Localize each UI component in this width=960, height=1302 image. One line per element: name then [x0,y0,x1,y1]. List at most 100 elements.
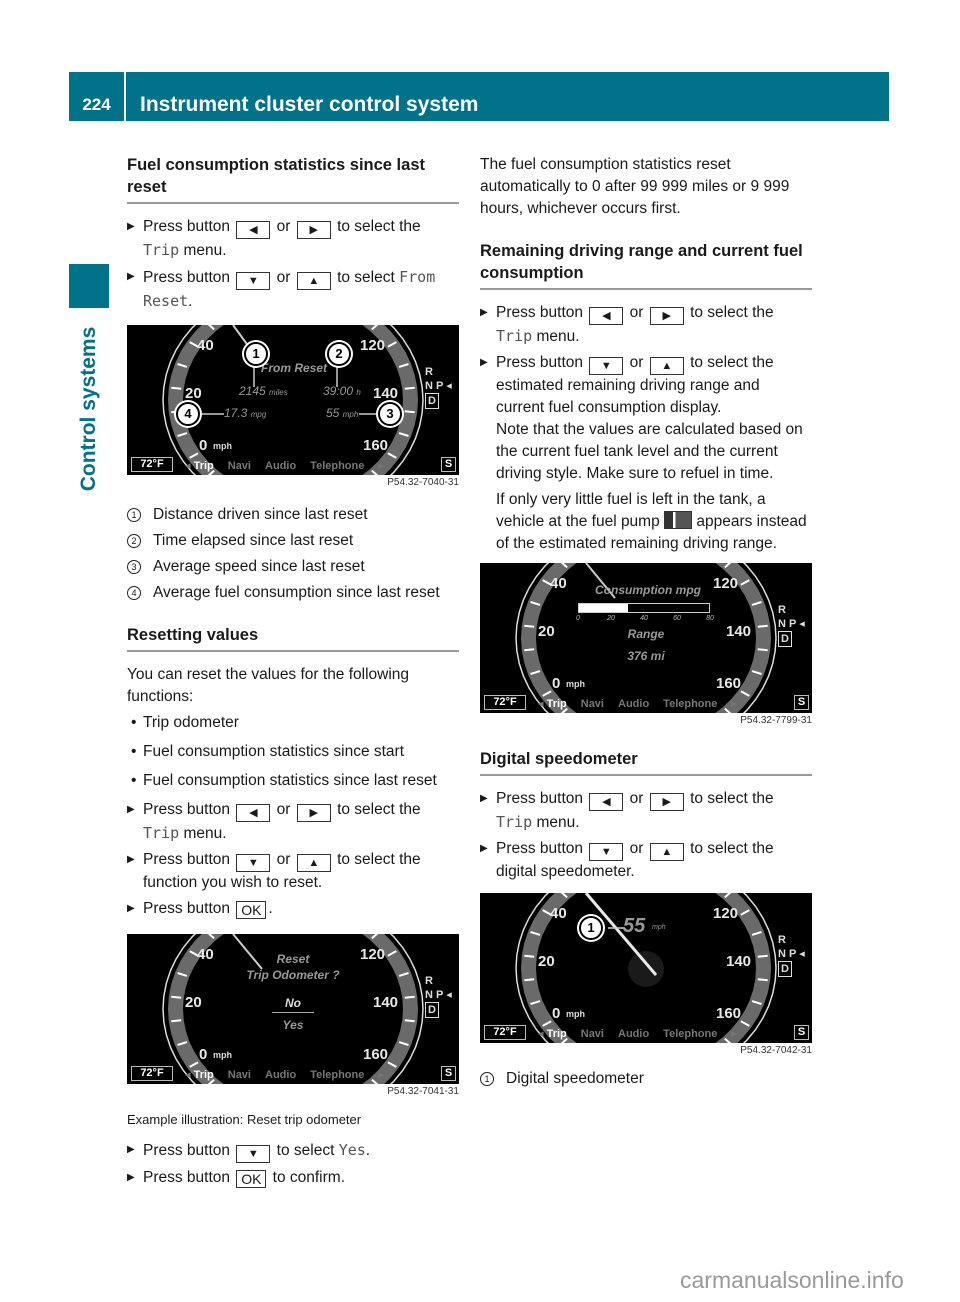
section-heading-range: Remaining driving range and current fuel… [480,240,812,290]
outside-temperature: 72°F [484,695,526,710]
outside-temperature: 72°F [131,1066,173,1081]
scale-tick-label: 80 [706,615,714,622]
tick-label: 20 [538,953,555,970]
range-label: Range [627,627,665,641]
figure-legend: 1 Distance driven since last reset 2 Time … [127,504,459,604]
list-item: Trip odometer [127,712,459,734]
menu-item-trip: Trip [193,460,214,472]
reset-prompt-line1: Reset [276,952,310,966]
figure-legend: 1 Digital speedometer [480,1068,812,1090]
side-tab-marker [69,264,109,308]
cluster-menu-bar: ◂ Trip Navi Audio Telephone ▸ [538,1028,737,1040]
needle [584,893,664,987]
tick-label: 40 [550,905,567,922]
page-title: Instrument cluster control system [140,93,479,116]
instruction-step: Press button ◀ or ▶ to select the Trip m… [480,788,812,834]
auto-reset-text: The fuel consumption statistics reset au… [480,156,790,217]
note-text: Note that the values are calculated base… [496,421,803,482]
right-button-icon: ▶ [649,793,684,811]
option-no: No [285,996,301,1010]
tick-label: 0 [552,675,561,692]
up-button-icon: ▲ [649,357,684,375]
right-button-icon: ▶ [296,221,331,239]
scale-tick-label: 40 [640,615,648,622]
scale-tick-label: 60 [673,615,681,622]
reset-functions-list: Trip odometer Fuel consumption statistic… [127,712,459,792]
consumption-bar [578,603,710,613]
legend-item: 3 Average speed since last reset [127,556,459,578]
s-indicator: S [441,457,456,472]
scale-tick-label: 0 [576,615,580,622]
instruction-step: Press button ▼ or ▲ to select the functi… [127,849,459,894]
intro-text: You can reset the values for the followi… [127,666,410,705]
instruction-step: Press button ▼ or ▲ to select the digita… [480,838,812,883]
cluster-figure-range: 40 20 0 mph 120 140 160 Consumption mpg … [480,563,812,713]
instruction-step: Press button ▼ or ▲ to select the estima… [480,352,812,555]
unit-label: mph [566,679,585,689]
outside-temperature: 72°F [131,457,173,472]
down-button-icon: ▼ [589,843,624,861]
callout-2: 2 [327,342,351,366]
tick-label: 120 [713,575,739,592]
down-button-icon: ▼ [236,272,271,290]
instruction-step: Press button ▼ to select Yes. [127,1139,459,1163]
down-button-icon: ▼ [236,1145,271,1163]
callout-4: 4 [176,402,200,426]
left-button-icon: ◀ [236,221,271,239]
section-heading-resetting: Resetting values [127,624,459,652]
scale-tick-label: 20 [607,615,615,622]
left-button-icon: ◀ [589,793,624,811]
option-yes: Yes [282,1018,304,1032]
left-column: Fuel consumption statistics since last r… [127,154,459,1193]
list-item: Fuel consumption statistics since start [127,741,459,763]
figure-caption: Example illustration: Reset trip odomete… [127,1112,362,1127]
s-indicator: S [441,1066,456,1081]
ok-button-icon: OK [236,901,267,919]
instruction-step: Press button OK. [127,898,459,920]
callout-lines [199,325,379,415]
menu-item-audio: Audio [265,460,297,472]
ok-button-icon: OK [236,1170,267,1188]
figure-code: P54.32-7042-31 [740,1045,812,1056]
down-button-icon: ▼ [589,357,624,375]
legend-item: 1 Distance driven since last reset [127,504,459,526]
gear-indicator: RN P ◂ D [778,604,805,647]
callout-1: 1 [579,916,603,940]
right-button-icon: ▶ [296,804,331,822]
figure-code: P54.32-7041-31 [387,1086,459,1097]
selection-underline [272,1012,314,1013]
menu-item-telephone: Telephone [310,460,365,472]
outside-temperature: 72°F [484,1025,526,1040]
up-button-icon: ▲ [296,272,331,290]
legend-item: 1 Digital speedometer [480,1068,812,1090]
right-column: The fuel consumption statistics reset au… [480,154,812,1094]
reset-prompt-line2: Trip Odometer ? [246,968,340,982]
instruction-step: Press button ▼ or ▲ to select From Reset… [127,266,459,313]
instruction-step: Press button ◀ or ▶ to select the Trip m… [127,216,459,262]
instruction-step: Press button ◀ or ▶ to select the Trip m… [480,302,812,348]
callout-1: 1 [244,342,268,366]
tick-label: 140 [726,953,752,970]
tick-label: 40 [550,575,567,592]
figure-code: P54.32-7040-31 [387,477,459,488]
tick-label: 160 [716,1005,742,1022]
page-number: 224 [69,72,126,121]
tick-label: 160 [716,675,742,692]
instruction-step: Press button OK to confirm. [127,1167,459,1189]
side-tab-label: Control systems [77,326,100,492]
gear-indicator: RN P ◂ D [425,975,452,1018]
digital-speed-unit: mph [652,924,666,931]
left-button-icon: ◀ [589,307,624,325]
digital-speed-value: 55 [623,915,646,937]
cluster-figure-reset-trip: 40 20 0 mph 120 140 160 Reset Trip Odome… [127,934,459,1084]
cluster-menu-bar: ◂ Trip Navi Audio Telephone ▸ [185,1069,384,1081]
up-button-icon: ▲ [296,854,331,872]
section-heading-digital-speedometer: Digital speedometer [480,748,812,776]
unit-label: mph [566,1009,585,1019]
right-button-icon: ▶ [649,307,684,325]
cluster-menu-bar: ◂ Trip Navi Audio Telephone ▸ [538,698,737,710]
gear-indicator: RN P ◂ D [425,366,452,409]
fuel-pump-vehicle-icon [664,511,693,529]
side-tab: Control systems [69,318,109,500]
cluster-menu-bar: ◂ Trip Navi Audio Telephone ▸ [185,460,384,472]
